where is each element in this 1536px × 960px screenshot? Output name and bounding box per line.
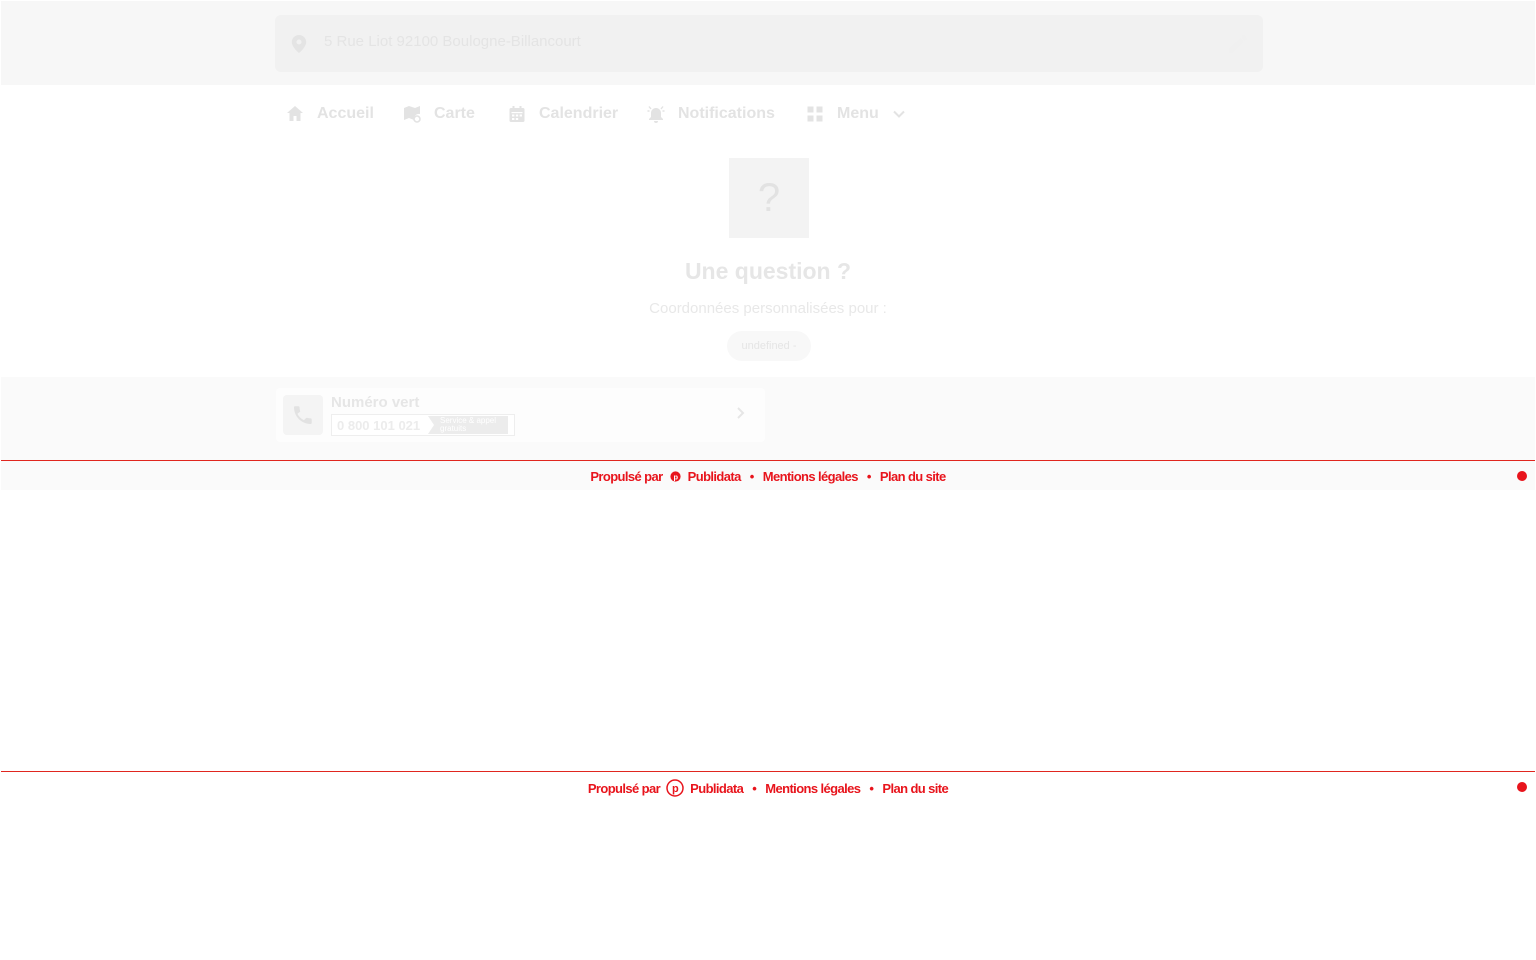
- separator: •: [866, 469, 872, 485]
- green-number-title: Numéro vert: [331, 394, 420, 411]
- publidata-logo-icon: p: [666, 779, 684, 797]
- footer: Propulsé par p Publidata • Mentions léga…: [1, 772, 1535, 801]
- nav-label: Calendrier: [539, 104, 619, 122]
- separator: •: [752, 780, 757, 796]
- map-icon: [404, 105, 421, 123]
- pencil-icon[interactable]: [1229, 35, 1247, 53]
- status-dot: [1517, 782, 1527, 792]
- footer: Propulsé par p Publidata • Mentions léga…: [1, 461, 1535, 490]
- nav-item-calendrier[interactable]: Calendrier: [508, 86, 618, 141]
- phone-number: 0 800 101 021: [337, 417, 421, 433]
- nav-item-menu[interactable]: Menu: [806, 86, 906, 141]
- bell-alert-icon: [647, 105, 665, 123]
- chevron-right-icon: [737, 407, 745, 419]
- address-bar[interactable]: 5 Rue Liot 92100 Boulogne-Billancourt: [275, 15, 1263, 72]
- home-icon: [287, 105, 303, 121]
- nav-label: Carte: [434, 104, 475, 122]
- nav-item-accueil[interactable]: Accueil: [286, 86, 374, 141]
- map-pin-icon: [291, 35, 307, 53]
- footer-links: Propulsé par p Publidata • Mentions léga…: [1, 468, 1535, 484]
- separator: •: [869, 780, 874, 796]
- calendar-icon: [509, 105, 525, 122]
- free-call-badge: Service & appel gratuits: [428, 416, 508, 434]
- phone-tile: [283, 395, 323, 435]
- legal-notice-link[interactable]: Mentions légales: [765, 781, 861, 796]
- status-dot: [1517, 471, 1527, 481]
- chevron-down-icon: [893, 110, 905, 118]
- address-text: 5 Rue Liot 92100 Boulogne-Billancourt: [324, 33, 581, 50]
- contact-section: Numéro vert 0 800 101 021 Service & appe…: [1, 377, 1535, 460]
- legal-notice-link[interactable]: Mentions légales: [763, 469, 859, 484]
- phone-icon: [294, 406, 312, 424]
- nav-label: Menu: [837, 104, 879, 122]
- badge-line-2: gratuits: [440, 424, 467, 433]
- powered-by-label: Propulsé par: [590, 469, 663, 485]
- publidata-link[interactable]: Publidata: [688, 469, 742, 484]
- footer-links: Propulsé par p Publidata • Mentions léga…: [1, 779, 1535, 797]
- nav-item-carte[interactable]: Carte: [403, 86, 475, 141]
- address-header: 5 Rue Liot 92100 Boulogne-Billancourt: [1, 1, 1535, 85]
- main-nav: Accueil Carte Calendrier Notifications M…: [1, 86, 1535, 141]
- question-title: Une question ?: [684, 258, 852, 284]
- page: 5 Rue Liot 92100 Boulogne-Billancourt Ac…: [0, 0, 1536, 960]
- svg-text:p: p: [672, 783, 679, 795]
- green-number-box: 0 800 101 021 Service & appel gratuits: [331, 414, 515, 436]
- publidata-logo-icon: p: [670, 471, 681, 482]
- publidata-link[interactable]: Publidata: [690, 781, 744, 796]
- question-icon: ?: [729, 158, 809, 238]
- powered-by-label: Propulsé par: [587, 780, 661, 796]
- question-subtitle: Coordonnées personnalisées pour :: [649, 300, 887, 317]
- nav-label: Accueil: [317, 104, 374, 122]
- grid-icon: [807, 106, 823, 121]
- context-chip[interactable]: undefined -: [727, 331, 811, 361]
- sitemap-link[interactable]: Plan du site: [880, 469, 946, 484]
- sitemap-link[interactable]: Plan du site: [882, 781, 948, 796]
- separator: •: [749, 469, 755, 485]
- nav-label: Notifications: [678, 104, 775, 122]
- green-number-card[interactable]: Numéro vert 0 800 101 021 Service & appe…: [276, 388, 765, 442]
- nav-item-notifications[interactable]: Notifications: [647, 86, 775, 141]
